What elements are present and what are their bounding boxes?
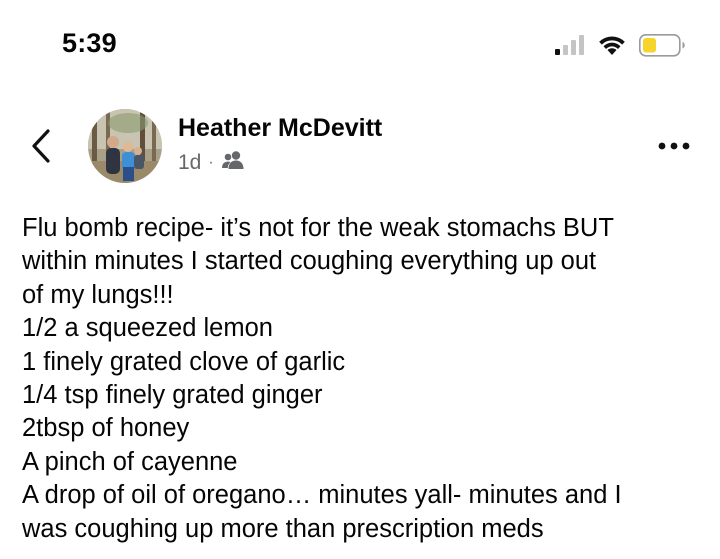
avatar[interactable] <box>88 109 162 183</box>
post-line: 1/4 tsp finely grated ginger <box>22 381 323 410</box>
post-line: 1 finely grated clove of garlic <box>22 347 346 376</box>
post-line: 2tbsp of honey <box>22 414 190 443</box>
post-text: Flu bomb recipe- it’s not for the weak s… <box>22 212 702 546</box>
post-timestamp[interactable]: 1d <box>178 151 201 175</box>
wifi-icon <box>599 36 625 55</box>
post-meta: 1d · <box>178 150 245 176</box>
post-line: 1/2 a squeezed lemon <box>22 314 273 343</box>
more-options-button[interactable] <box>652 134 696 158</box>
back-button[interactable] <box>24 122 60 170</box>
post-line: of my lungs!!! <box>22 280 174 309</box>
friends-audience-icon[interactable] <box>221 150 245 176</box>
post-line: A drop of oil of oregano… minutes yall- … <box>22 481 622 510</box>
post-line: Flu bomb recipe- it’s not for the weak s… <box>22 214 614 242</box>
post-line: within minutes I started coughing everyt… <box>22 247 597 276</box>
status-icons <box>555 32 690 60</box>
post-line: A pinch of cayenne <box>22 447 238 476</box>
more-horizontal-icon <box>658 142 690 150</box>
meta-separator: · <box>208 154 214 171</box>
battery-low-icon <box>639 34 685 57</box>
status-time: 5:39 <box>62 28 117 58</box>
chevron-left-icon <box>32 129 50 163</box>
author-name[interactable]: Heather McDevitt <box>178 114 382 143</box>
cellular-signal-icon <box>555 35 584 55</box>
post-line: was coughing up more than prescription m… <box>22 514 544 543</box>
